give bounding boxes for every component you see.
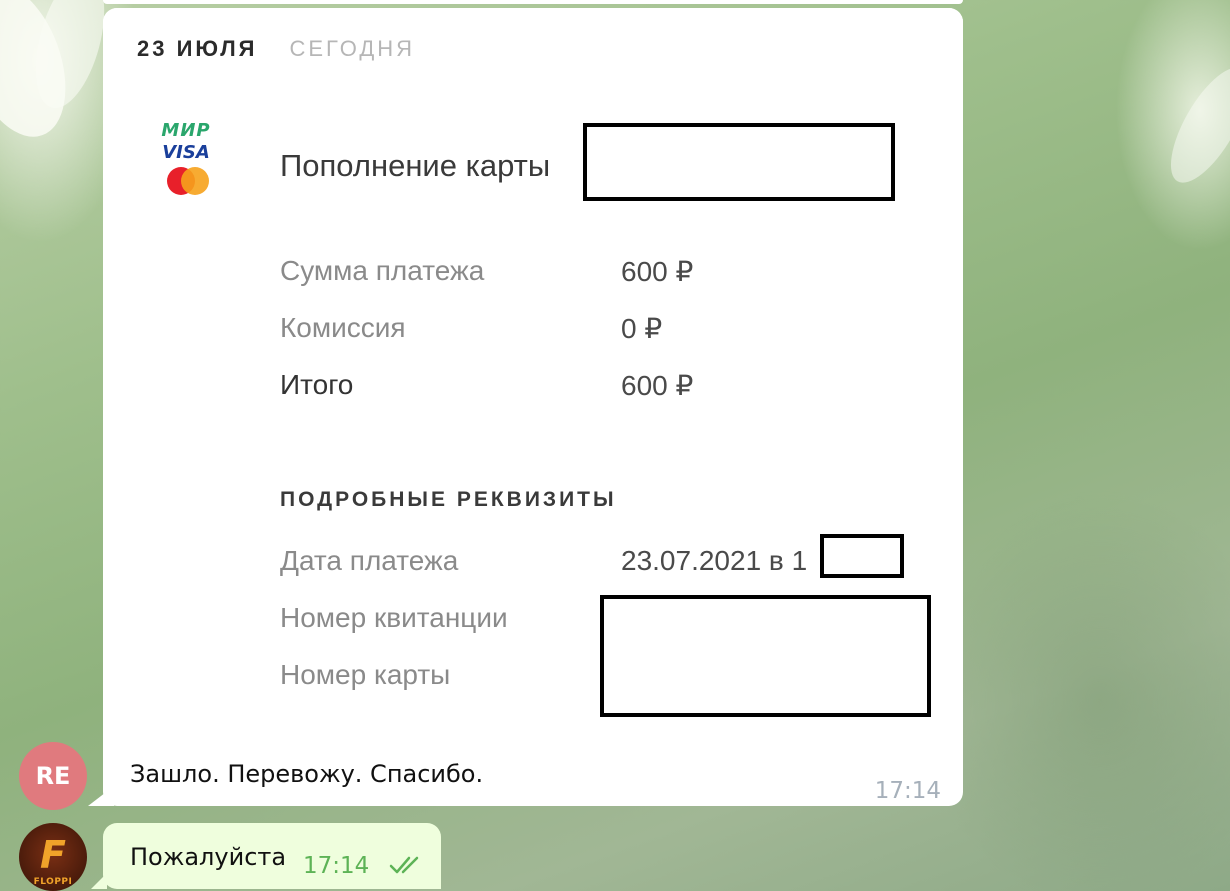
background-petal [1155,56,1230,194]
receipt-number-label: Номер квитанции [280,602,508,633]
payment-systems-logo: МИР VISA [153,120,219,197]
details-heading: ПОДРОБНЫЕ РЕКВИЗИТЫ [280,488,617,511]
receipt-date: 23 ИЮЛЯ [137,36,258,61]
receipt-date-relative: СЕГОДНЯ [289,36,416,61]
double-check-icon [389,856,419,874]
mastercard-logo-icon [161,167,211,197]
own-avatar[interactable]: F FLOPPI [19,823,87,891]
total-label: Итого [280,369,354,400]
sender-avatar[interactable]: RE [19,742,87,810]
mir-logo-icon: МИР [161,120,211,141]
payment-date-label: Дата платежа [280,545,459,576]
amount-value: 600 ₽ [621,256,694,287]
payment-date-value: 23.07.2021 в 1 [621,545,808,576]
total-value: 600 ₽ [621,370,694,401]
card-number-label: Номер карты [280,659,451,690]
commission-value: 0 ₽ [621,313,663,344]
commission-label: Комиссия [280,312,406,343]
message-caption: Зашло. Перевожу. Спасибо. [130,760,484,788]
avatar-label: FLOPPI [33,877,73,887]
redaction-box [600,595,931,717]
message-time: 17:14 [303,853,370,879]
floppi-logo-icon: F [40,833,66,877]
redaction-box [820,534,904,578]
redaction-box [583,123,895,201]
incoming-message-bubble[interactable]: 23 ИЮЛЯ СЕГОДНЯ МИР VISA Пополнение карт… [103,8,963,806]
receipt-title: Пополнение карты [280,148,551,183]
outgoing-message-bubble[interactable]: Пожалуйста 17:14 [103,823,441,889]
message-text: Пожалуйста [130,843,287,871]
message-time: 17:14 [874,778,941,804]
amount-label: Сумма платежа [280,255,485,286]
receipt-date-row: 23 ИЮЛЯ СЕГОДНЯ [137,36,415,62]
receipt-image[interactable]: 23 ИЮЛЯ СЕГОДНЯ МИР VISA Пополнение карт… [103,8,963,748]
visa-logo-icon: VISA [162,142,210,163]
previous-message-edge [103,0,963,4]
